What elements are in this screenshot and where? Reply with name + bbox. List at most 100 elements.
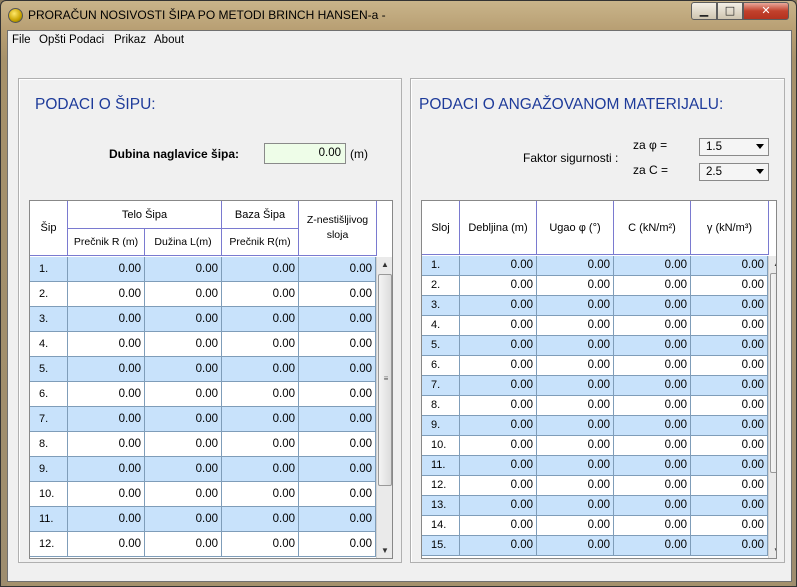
- pile-cell[interactable]: 0.00: [68, 357, 145, 382]
- scroll-up-icon[interactable]: ▲: [377, 257, 392, 273]
- pile-cell[interactable]: 0.00: [145, 532, 222, 557]
- material-cell[interactable]: 0.00: [537, 536, 614, 556]
- pile-cell[interactable]: 0.00: [145, 382, 222, 407]
- material-cell[interactable]: 0.00: [460, 376, 537, 396]
- material-cell[interactable]: 0.00: [614, 456, 691, 476]
- material-cell[interactable]: 0.00: [691, 496, 768, 516]
- material-cell[interactable]: 0.00: [537, 336, 614, 356]
- material-cell[interactable]: 0.00: [537, 436, 614, 456]
- pile-cell[interactable]: 0.00: [222, 257, 299, 282]
- material-cell[interactable]: 0.00: [460, 316, 537, 336]
- material-cell[interactable]: 0.00: [614, 256, 691, 276]
- material-cell[interactable]: 0.00: [691, 476, 768, 496]
- pile-cell[interactable]: 0.00: [145, 257, 222, 282]
- pile-cell[interactable]: 0.00: [222, 432, 299, 457]
- material-cell[interactable]: 0.00: [460, 256, 537, 276]
- material-cell[interactable]: 0.00: [691, 256, 768, 276]
- phi-factor-select[interactable]: 1.5: [699, 138, 769, 156]
- material-cell[interactable]: 0.00: [614, 536, 691, 556]
- pile-cell[interactable]: 0.00: [68, 432, 145, 457]
- material-cell[interactable]: 0.00: [614, 356, 691, 376]
- material-cell[interactable]: 0.00: [460, 436, 537, 456]
- material-cell[interactable]: 0.00: [691, 316, 768, 336]
- material-cell[interactable]: 0.00: [691, 416, 768, 436]
- menu-prikaz[interactable]: Prikaz: [114, 34, 146, 46]
- material-cell[interactable]: 0.00: [537, 356, 614, 376]
- pile-cell[interactable]: 0.00: [222, 382, 299, 407]
- pile-cell[interactable]: 0.00: [68, 482, 145, 507]
- pile-cell[interactable]: 0.00: [145, 357, 222, 382]
- pile-cell[interactable]: 0.00: [299, 282, 376, 307]
- material-cell[interactable]: 0.00: [537, 396, 614, 416]
- material-cell[interactable]: 0.00: [460, 456, 537, 476]
- pile-cell[interactable]: 0.00: [222, 532, 299, 557]
- material-cell[interactable]: 0.00: [691, 296, 768, 316]
- material-cell[interactable]: 0.00: [691, 276, 768, 296]
- pile-cell[interactable]: 0.00: [222, 282, 299, 307]
- pile-cell[interactable]: 0.00: [299, 382, 376, 407]
- material-cell[interactable]: 0.00: [614, 336, 691, 356]
- material-cell[interactable]: 0.00: [460, 416, 537, 436]
- scroll-up-icon[interactable]: ▲: [769, 256, 776, 272]
- material-cell[interactable]: 0.00: [460, 496, 537, 516]
- material-cell[interactable]: 0.00: [691, 376, 768, 396]
- material-cell[interactable]: 0.00: [614, 416, 691, 436]
- material-cell[interactable]: 0.00: [691, 356, 768, 376]
- material-cell[interactable]: 0.00: [460, 296, 537, 316]
- material-cell[interactable]: 0.00: [460, 396, 537, 416]
- pile-cell[interactable]: 0.00: [299, 457, 376, 482]
- material-cell[interactable]: 0.00: [537, 496, 614, 516]
- pile-cell[interactable]: 0.00: [145, 432, 222, 457]
- menu-about[interactable]: About: [154, 34, 184, 46]
- minimize-button[interactable]: ▁: [691, 2, 717, 20]
- pile-cell[interactable]: 0.00: [222, 482, 299, 507]
- scroll-down-icon[interactable]: ▼: [769, 543, 776, 558]
- scroll-thumb[interactable]: ≡: [378, 274, 392, 486]
- pile-cell[interactable]: 0.00: [222, 457, 299, 482]
- depth-input[interactable]: 0.00: [264, 143, 346, 164]
- material-cell[interactable]: 0.00: [691, 336, 768, 356]
- pile-cell[interactable]: 0.00: [299, 507, 376, 532]
- menu-opsti-podaci[interactable]: Opšti Podaci: [39, 34, 104, 46]
- pile-cell[interactable]: 0.00: [68, 382, 145, 407]
- material-cell[interactable]: 0.00: [614, 476, 691, 496]
- material-cell[interactable]: 0.00: [537, 516, 614, 536]
- pile-cell[interactable]: 0.00: [68, 307, 145, 332]
- scroll-down-icon[interactable]: ▼: [377, 543, 392, 558]
- material-cell[interactable]: 0.00: [460, 276, 537, 296]
- pile-cell[interactable]: 0.00: [299, 307, 376, 332]
- pile-cell[interactable]: 0.00: [145, 507, 222, 532]
- pile-cell[interactable]: 0.00: [299, 432, 376, 457]
- material-cell[interactable]: 0.00: [537, 256, 614, 276]
- material-cell[interactable]: 0.00: [691, 436, 768, 456]
- pile-cell[interactable]: 0.00: [299, 482, 376, 507]
- menu-file[interactable]: File: [12, 34, 31, 46]
- material-cell[interactable]: 0.00: [537, 416, 614, 436]
- material-cell[interactable]: 0.00: [691, 396, 768, 416]
- material-cell[interactable]: 0.00: [614, 376, 691, 396]
- pile-cell[interactable]: 0.00: [222, 507, 299, 532]
- material-cell[interactable]: 0.00: [537, 456, 614, 476]
- material-grid-scrollbar[interactable]: ▲ ≡ ▼: [768, 256, 776, 558]
- material-cell[interactable]: 0.00: [460, 536, 537, 556]
- pile-cell[interactable]: 0.00: [68, 532, 145, 557]
- pile-cell[interactable]: 0.00: [145, 482, 222, 507]
- material-cell[interactable]: 0.00: [460, 356, 537, 376]
- material-cell[interactable]: 0.00: [537, 296, 614, 316]
- maximize-button[interactable]: □: [717, 2, 743, 20]
- pile-cell[interactable]: 0.00: [299, 257, 376, 282]
- scroll-thumb[interactable]: ≡: [770, 273, 776, 473]
- material-cell[interactable]: 0.00: [614, 296, 691, 316]
- pile-cell[interactable]: 0.00: [145, 407, 222, 432]
- pile-cell[interactable]: 0.00: [145, 332, 222, 357]
- close-button[interactable]: ✕: [743, 2, 789, 20]
- material-cell[interactable]: 0.00: [537, 476, 614, 496]
- pile-cell[interactable]: 0.00: [299, 332, 376, 357]
- pile-cell[interactable]: 0.00: [68, 282, 145, 307]
- pile-cell[interactable]: 0.00: [299, 532, 376, 557]
- pile-cell[interactable]: 0.00: [222, 332, 299, 357]
- material-cell[interactable]: 0.00: [537, 316, 614, 336]
- pile-cell[interactable]: 0.00: [222, 307, 299, 332]
- material-cell[interactable]: 0.00: [537, 376, 614, 396]
- pile-grid-scrollbar[interactable]: ▲ ≡ ▼: [376, 257, 392, 558]
